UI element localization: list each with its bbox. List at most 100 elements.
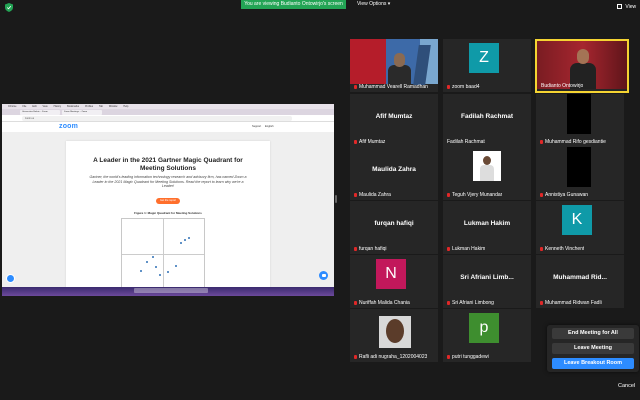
participant-display-name: Maulida Zahra <box>372 166 416 173</box>
leave-breakout-room-button[interactable]: Leave Breakout Room <box>552 358 634 369</box>
mac-menu-item[interactable]: View <box>43 105 48 108</box>
quadrant-dot <box>140 270 142 272</box>
participant-tile[interactable]: Teguh Vjery Munandar <box>443 147 531 200</box>
participant-name-label: Rafli adi nugraha_1202004023 <box>354 354 427 360</box>
participant-tile[interactable]: Budianto Ontowirjo <box>535 39 629 93</box>
participant-name: Annistiya Gunawan <box>545 192 589 198</box>
gartner-card: A Leader in the 2021 Gartner Magic Quadr… <box>66 141 270 296</box>
browser-tab-2[interactable]: Zoom Meetings – Zoom <box>62 109 102 115</box>
muted-mic-icon <box>354 139 357 144</box>
leave-meeting-button[interactable]: Leave Meeting <box>552 343 634 354</box>
participant-name-label: Lukman Hakim <box>447 246 485 252</box>
participant-avatar: K <box>562 205 592 235</box>
participant-name: Kenneth Vinchent <box>545 246 585 252</box>
mac-menu-item[interactable]: Window <box>109 105 118 108</box>
shared-screen[interactable]: Chrome File Edit View History Bookmarks Profil… <box>2 104 334 296</box>
participant-tile[interactable]: Annistiya Gunawan <box>536 147 624 200</box>
participant-name-label: putri tunggadewi <box>447 354 489 360</box>
mac-menu-item[interactable]: Chrome <box>8 105 17 108</box>
participant-name: Lukman Hakim <box>452 246 486 252</box>
participant-display-name: Muhammad Rid... <box>553 274 607 281</box>
participant-photo <box>567 147 591 187</box>
participant-tile[interactable]: Afif Mumtaz Afif Mumtaz <box>350 94 438 147</box>
muted-mic-icon <box>354 192 357 197</box>
participant-name-label: Muhammad Rifo gesdiantie <box>540 139 606 145</box>
chevron-down-icon: ▾ <box>387 1 391 7</box>
participant-name: Maulida Zahra <box>359 192 391 198</box>
nav-link-support[interactable]: Support <box>252 125 261 128</box>
participant-name: Nuriffah Malida Chania <box>359 300 410 306</box>
participant-display-name: Sri Afriani Limb... <box>460 274 514 281</box>
participant-name: Budianto Ontowirjo <box>541 83 584 89</box>
muted-mic-icon <box>354 84 357 89</box>
card-body: Gartner, the world's leading information… <box>89 175 247 189</box>
participant-tile[interactable]: Muhammad Rid... Muhammad Ridwan Fadli <box>536 255 624 308</box>
zoom-window: You are viewing Budianto Ontowirjo's scr… <box>0 0 640 400</box>
view-options-button[interactable]: View Options ▾ <box>357 0 390 9</box>
participant-name-label: furqan hafiqi <box>354 246 387 252</box>
participant-name: Sri Afriani Limbong <box>452 300 494 306</box>
participant-display-name: Lukman Hakim <box>463 220 511 227</box>
mac-menu-item[interactable]: History <box>54 105 61 108</box>
mac-menu-item[interactable]: Help <box>123 105 128 108</box>
mac-menu-item[interactable]: Bookmarks <box>67 105 79 108</box>
participant-tile[interactable]: Maulida Zahra Maulida Zahra <box>350 147 438 200</box>
participant-tile[interactable]: Muhammad Vearell Ramadhan <box>350 39 438 92</box>
participant-name: Rafli adi nugraha_1202004023 <box>359 354 428 360</box>
participant-photo <box>379 316 411 348</box>
view-button[interactable]: View <box>617 3 636 12</box>
participant-video <box>350 39 438 85</box>
nav-link-english[interactable]: English <box>265 125 274 128</box>
user-avatar[interactable] <box>6 274 15 283</box>
participant-tile[interactable]: Fadilah Rachmat Fadilah Rachmat <box>443 94 531 147</box>
url-field[interactable]: zoom.us <box>22 116 292 121</box>
muted-mic-icon <box>540 192 543 197</box>
muted-mic-icon <box>447 192 450 197</box>
mac-menu-item[interactable]: Edit <box>32 105 36 108</box>
quadrant-dot <box>180 242 182 244</box>
participant-tile[interactable]: Zzoom baad4 <box>443 39 531 92</box>
get-report-button[interactable]: Get the report <box>156 198 180 204</box>
cancel-button[interactable]: Cancel <box>618 383 635 389</box>
participant-tile[interactable]: Muhammad Rifo gesdiantie <box>536 94 624 147</box>
mac-menu-item[interactable]: File <box>23 105 27 108</box>
participant-tile[interactable]: Rafli adi nugraha_1202004023 <box>350 309 438 362</box>
participant-tile[interactable]: furqan hafiqi furqan hafiqi <box>350 201 438 254</box>
quadrant-dot <box>167 271 169 273</box>
participant-tile[interactable]: N Nuriffah Malida Chania <box>350 255 438 308</box>
participant-name-label: Sri Afriani Limbong <box>447 300 494 306</box>
split-resize-handle[interactable] <box>335 195 337 203</box>
quadrant-dot <box>175 265 177 267</box>
participant-name: Afif Mumtaz <box>359 139 386 145</box>
muted-mic-icon <box>540 300 543 305</box>
muted-mic-icon <box>447 354 450 359</box>
muted-mic-icon <box>447 84 450 89</box>
participant-tile[interactable]: Lukman Hakim Lukman Hakim <box>443 201 531 254</box>
muted-mic-icon <box>540 246 543 251</box>
magic-quadrant-figure <box>121 218 205 288</box>
view-options-label: View Options <box>357 1 387 7</box>
quadrant-dot <box>155 266 157 268</box>
muted-mic-icon <box>354 354 357 359</box>
participant-name-label: Maulida Zahra <box>354 192 391 198</box>
participant-tile[interactable]: K Kenneth Vinchent <box>536 201 624 254</box>
zoom-logo[interactable]: zoom <box>59 123 78 130</box>
participant-name: putri tunggadewi <box>452 354 489 360</box>
chat-icon[interactable] <box>319 271 328 280</box>
participant-name-label: Budianto Ontowirjo <box>541 83 583 89</box>
participant-name-label: Teguh Vjery Munandar <box>447 192 502 198</box>
browser-url-bar: zoom.us <box>2 115 334 122</box>
muted-mic-icon <box>447 246 450 251</box>
participant-tile[interactable]: Sri Afriani Limb... Sri Afriani Limbong <box>443 255 531 308</box>
quadrant-dot <box>152 256 154 258</box>
participant-name-label: Muhammad Vearell Ramadhan <box>354 84 428 90</box>
mac-menu-item[interactable]: Profiles <box>85 105 93 108</box>
browser-tab-1[interactable]: Universitas Bakrie – Zoom <box>20 109 60 115</box>
security-shield-icon[interactable] <box>5 3 13 12</box>
mac-menu-item[interactable]: Tab <box>99 105 103 108</box>
participant-name-label: Fadilah Rachmat <box>447 139 485 145</box>
participant-video <box>537 41 627 89</box>
participant-tile[interactable]: p putri tunggadewi <box>443 309 531 362</box>
end-meeting-for-all-button[interactable]: End Meeting for All <box>552 328 634 339</box>
quadrant-dot <box>184 239 186 241</box>
